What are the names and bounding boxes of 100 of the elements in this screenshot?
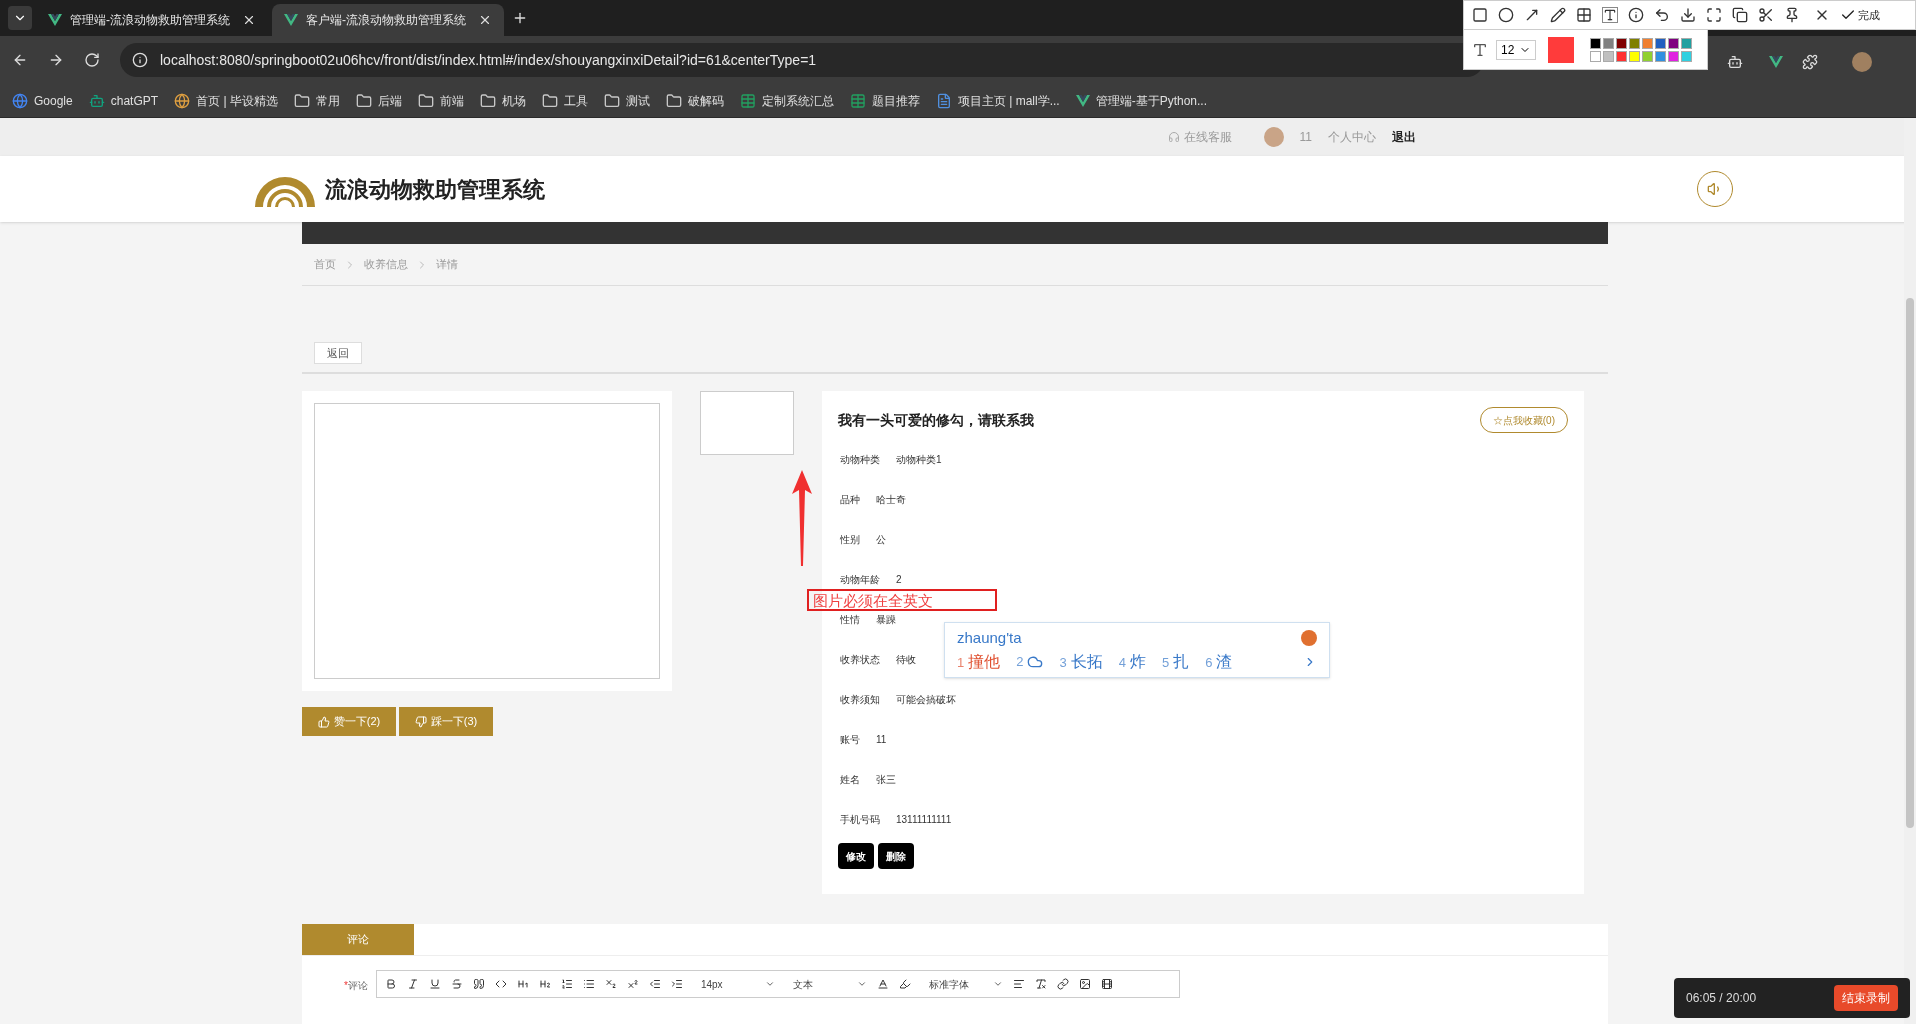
strikethrough-icon[interactable] <box>450 978 463 990</box>
avatar-icon[interactable] <box>1852 52 1872 72</box>
bookmark-link[interactable]: 题目推荐 <box>871 91 920 110</box>
palette-swatch[interactable] <box>1655 50 1666 62</box>
bookmark-link[interactable]: 前端 <box>439 91 464 110</box>
palette-swatch[interactable] <box>1642 37 1653 49</box>
ime-skin-icon[interactable] <box>1301 630 1317 647</box>
pencil-tool-icon[interactable] <box>1550 7 1566 23</box>
palette-swatch[interactable] <box>1655 37 1666 49</box>
bookmark-link[interactable]: Google <box>34 91 73 110</box>
underline-icon[interactable] <box>428 978 441 990</box>
reload-icon[interactable] <box>84 52 100 68</box>
expand-icon[interactable] <box>1706 7 1722 23</box>
text-tool-icon[interactable] <box>1602 7 1618 23</box>
ime-candidate[interactable]: 3 长拓 <box>1059 649 1103 674</box>
bookmark-link[interactable]: 测试 <box>625 91 650 110</box>
bookmark-link[interactable]: 机场 <box>501 91 526 110</box>
field-label: 性别 <box>840 532 860 547</box>
rectangle-tool-icon[interactable] <box>1472 7 1488 23</box>
dropdown-select[interactable]: 标准字体 <box>928 976 1003 992</box>
download-icon[interactable] <box>1680 7 1696 23</box>
subscript-icon[interactable] <box>604 978 617 990</box>
outdent-icon[interactable] <box>648 978 661 990</box>
palette-swatch[interactable] <box>1603 50 1614 62</box>
bookmark-link[interactable]: 项目主页 | mall学... <box>957 91 1060 110</box>
bookmark-link[interactable]: 首页 | 毕设精选 <box>196 91 278 110</box>
scissors-icon[interactable] <box>1758 7 1774 23</box>
ime-candidate[interactable]: 5 扎 <box>1161 649 1190 674</box>
bookmark-link[interactable]: 管理端-基于Python... <box>1095 91 1207 110</box>
new-tab-icon[interactable] <box>512 10 528 26</box>
bookmark-link[interactable]: 后端 <box>377 91 402 110</box>
back-button[interactable]: 返回 <box>314 342 362 364</box>
mosaic-tool-icon[interactable] <box>1576 7 1592 23</box>
delete-button[interactable]: 删除 <box>878 843 914 869</box>
v-logo-icon <box>284 14 298 26</box>
ellipse-tool-icon[interactable] <box>1498 7 1514 23</box>
clear-format-icon[interactable] <box>1034 978 1047 990</box>
video-icon[interactable] <box>1100 978 1113 990</box>
palette-swatch[interactable] <box>1642 50 1653 62</box>
folder-icon <box>479 92 496 109</box>
bookmark-link[interactable]: chatGPT <box>110 91 159 110</box>
user-avatar-icon <box>1263 127 1284 147</box>
code-icon[interactable] <box>494 978 507 990</box>
ordered-list-icon[interactable] <box>560 978 573 990</box>
annotation-text: 图片必须在全英文 <box>813 591 933 609</box>
ime-candidate[interactable]: 6 渣 <box>1205 649 1233 674</box>
browser-tab[interactable]: 管理端-流浪动物救助管理系统 <box>36 4 268 36</box>
bullet-list-icon[interactable] <box>582 978 595 990</box>
copy-icon[interactable] <box>1732 7 1748 23</box>
info-icon[interactable] <box>132 52 148 68</box>
palette-swatch[interactable] <box>1681 50 1692 62</box>
palette-swatch[interactable] <box>1681 37 1692 49</box>
logout-link[interactable]: 退出 <box>1392 128 1416 146</box>
palette-swatch[interactable] <box>1616 37 1627 49</box>
tab-list-button[interactable] <box>8 6 32 30</box>
font-size-icon <box>1472 41 1488 58</box>
undo-icon[interactable] <box>1654 7 1670 23</box>
indent-icon[interactable] <box>670 978 683 990</box>
back-icon[interactable] <box>12 52 28 68</box>
font-color-icon[interactable] <box>876 978 889 990</box>
browser-tab[interactable]: 客户端-流浪动物救助管理系统 <box>272 4 504 36</box>
highlight-icon[interactable] <box>898 978 911 990</box>
done-button[interactable]: 完成 <box>1840 6 1880 24</box>
palette-swatch[interactable] <box>1590 37 1601 49</box>
palette-swatch[interactable] <box>1629 37 1640 49</box>
palette-swatch[interactable] <box>1616 50 1627 62</box>
italic-icon[interactable] <box>406 978 419 990</box>
edit-button[interactable]: 修改 <box>838 843 874 869</box>
stop-recording-button[interactable]: 结束录制 <box>1834 985 1898 1011</box>
close-icon[interactable] <box>242 13 256 27</box>
pin-icon[interactable] <box>1784 7 1800 23</box>
quote-icon[interactable] <box>472 978 485 990</box>
current-color-swatch[interactable] <box>1548 36 1574 63</box>
palette-swatch[interactable] <box>1629 50 1640 62</box>
bold-icon[interactable] <box>384 978 397 990</box>
image-icon[interactable] <box>1078 978 1091 990</box>
palette-swatch[interactable] <box>1590 50 1601 62</box>
font-size-select[interactable]: 12 <box>1496 39 1536 60</box>
heading-2-icon[interactable] <box>538 978 551 990</box>
ime-candidate[interactable]: 1 撞他 <box>957 649 1001 674</box>
extensions-icon[interactable] <box>1802 54 1818 70</box>
forward-icon[interactable] <box>48 52 64 68</box>
thumbnail-image[interactable] <box>700 391 794 455</box>
bookmark-link[interactable]: 常用 <box>315 91 340 110</box>
heading-1-icon[interactable] <box>516 978 529 990</box>
bookmark-link[interactable]: 破解码 <box>687 91 724 110</box>
dropdown-select[interactable]: 文本 <box>792 976 867 992</box>
bookmark-link[interactable]: 定制系统汇总 <box>761 91 834 110</box>
align-icon[interactable] <box>1012 978 1025 990</box>
palette-swatch[interactable] <box>1603 37 1614 49</box>
palette-swatch[interactable] <box>1668 37 1679 49</box>
dropdown-select[interactable]: 14px <box>700 976 775 992</box>
palette-swatch[interactable] <box>1668 50 1679 62</box>
ime-candidate[interactable]: 4 炸 <box>1118 649 1146 674</box>
link-icon[interactable] <box>1056 978 1069 990</box>
close-icon[interactable] <box>478 13 492 27</box>
superscript-icon[interactable] <box>626 978 639 990</box>
arrow-tool-icon[interactable] <box>1524 7 1540 23</box>
robot-icon[interactable] <box>1727 54 1743 70</box>
bookmark-link[interactable]: 工具 <box>563 91 588 110</box>
